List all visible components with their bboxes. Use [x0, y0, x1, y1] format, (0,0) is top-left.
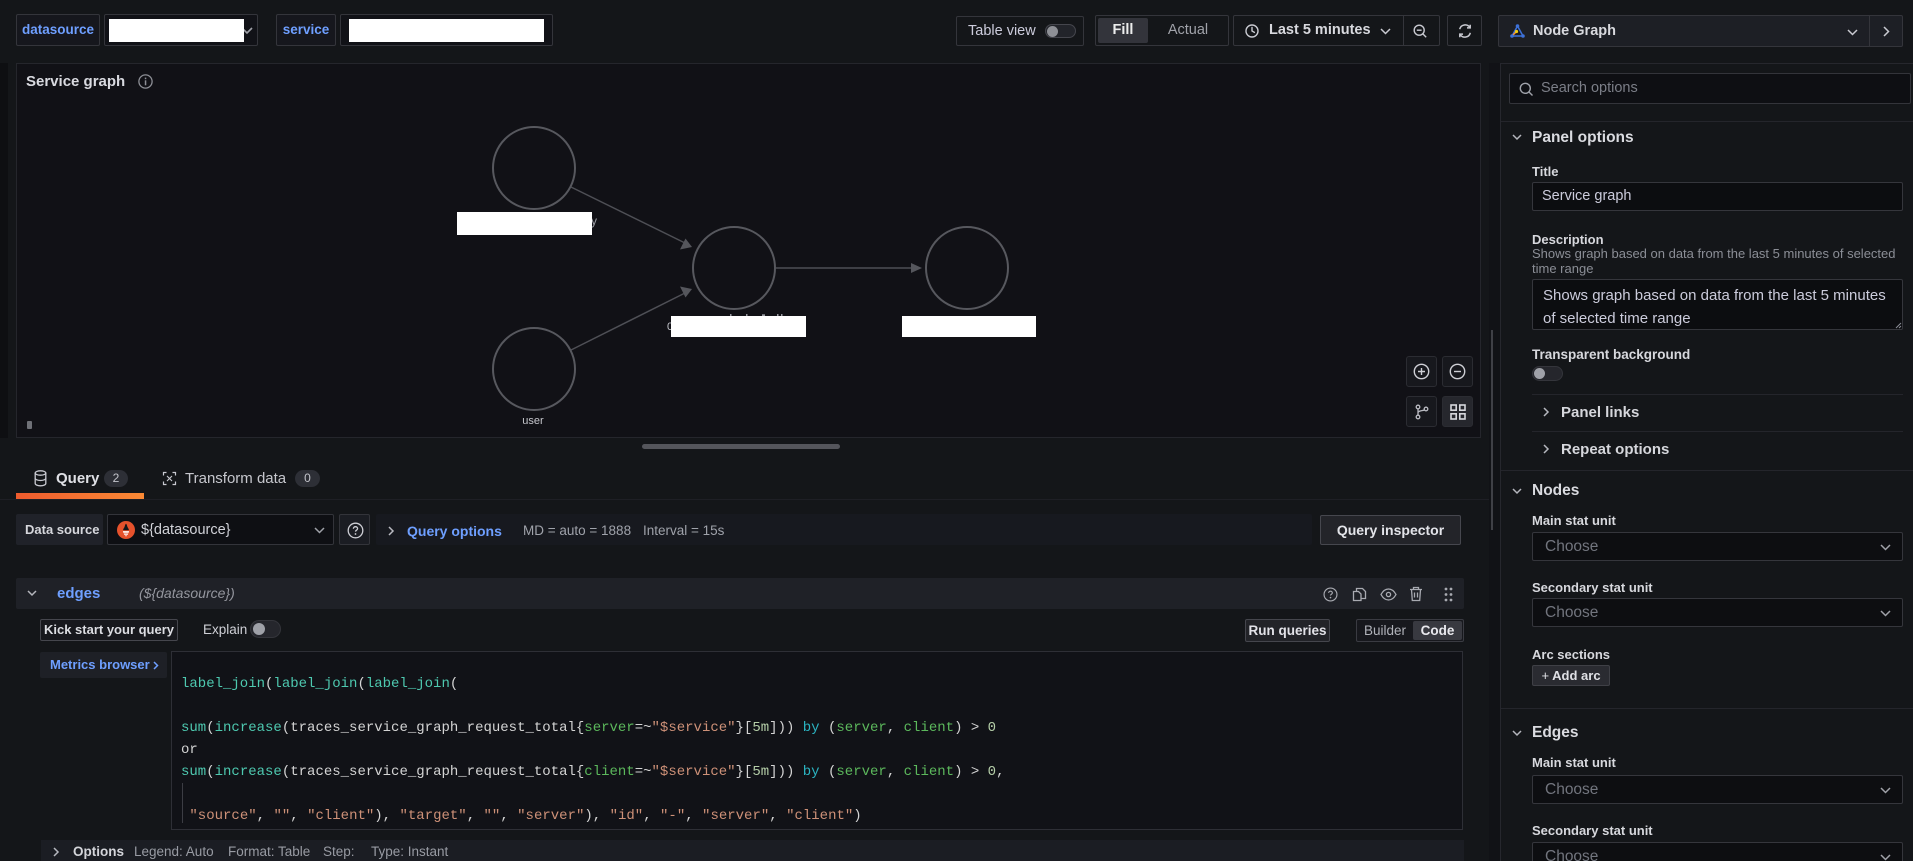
- svg-text:user: user: [522, 415, 544, 427]
